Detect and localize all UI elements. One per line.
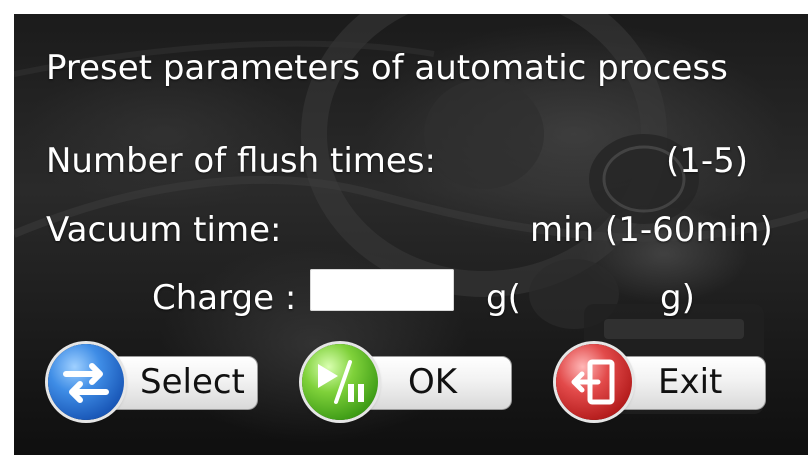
play-pause-icon [302,344,378,420]
charge-label: Charge : [152,278,297,318]
ok-button[interactable]: OK [302,340,514,420]
exit-button[interactable]: Exit [556,340,768,420]
charge-unit: g( [486,278,521,318]
exit-door-icon [556,344,632,420]
flush-times-range: (1-5) [666,141,749,181]
exit-button-label: Exit [658,362,723,402]
vacuum-time-label: Vacuum time: [46,210,282,250]
vacuum-time-range: min (1-60min) [530,210,773,250]
select-button-label: Select [140,362,245,402]
charge-unit-close: g) [660,278,695,318]
flush-times-label: Number of flush times: [46,141,436,181]
swap-arrows-icon [48,344,124,420]
screen: Preset parameters of automatic process N… [0,0,808,457]
charge-input[interactable] [310,269,454,311]
page-title: Preset parameters of automatic process [46,48,728,88]
ok-button-label: OK [408,362,458,402]
select-button[interactable]: Select [48,340,260,420]
